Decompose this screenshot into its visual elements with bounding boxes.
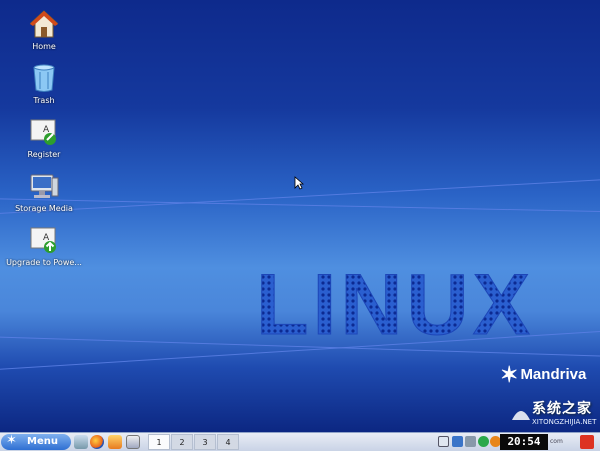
desktop-icon-label: Storage Media [15,204,73,213]
taskbar: ✶ Menu 1 2 3 4 20:54 com [0,432,600,451]
storage-media-icon [28,170,60,202]
menu-button-label: Menu [27,436,58,447]
home-icon [28,8,60,40]
desktop-icon-label: Home [32,42,56,51]
watermark-text: 系统之家 [532,401,592,417]
register-icon: A [28,116,60,148]
watermark-url: XITONGZHIJIA.NET [532,418,597,426]
upgrade-icon: A [28,224,60,256]
mandriva-logo: ✶ Mandriva [500,362,586,388]
mandriva-star-icon: ✶ [6,433,17,448]
vlc-icon[interactable] [108,435,122,449]
mail-icon[interactable] [126,435,140,449]
linux-wallpaper-text: LINUX [256,262,534,342]
watermark-logo-icon [512,411,530,420]
desktop-icon-label: Upgrade to Powe... [6,258,82,267]
desktop-icon-register[interactable]: A Register [1,116,87,159]
updates-icon[interactable] [478,436,489,447]
workspace-1[interactable]: 1 [148,434,170,450]
trash-icon [28,62,60,94]
desktop-icon-trash[interactable]: Trash [1,62,87,105]
tray-text: com [550,438,563,445]
network-icon[interactable] [452,436,463,447]
workspace-3[interactable]: 3 [194,434,216,450]
wallpaper-line [0,198,600,213]
show-desktop-icon[interactable] [438,436,449,447]
workspace-2[interactable]: 2 [171,434,193,450]
desktop-launcher-icon[interactable] [74,435,88,449]
firefox-icon[interactable] [90,435,104,449]
workspace-4[interactable]: 4 [217,434,239,450]
desktop-icon-upgrade[interactable]: A Upgrade to Powe... [1,224,87,267]
volume-icon[interactable] [465,436,476,447]
site-watermark: 系统之家 XITONGZHIJIA.NET [510,398,600,432]
menu-button[interactable]: ✶ Menu [1,433,71,450]
mouse-pointer-icon [294,176,304,190]
mandriva-star-icon: ✶ [500,362,519,387]
linux-wallpaper-logo: LINUX [256,262,534,342]
desktop-icon-home[interactable]: Home [1,8,87,51]
desktop-icon-label: Register [27,150,61,159]
mandriva-brand-text: Mandriva [520,365,587,383]
clock[interactable]: 20:54 [500,434,548,450]
desktop[interactable]: Home Trash A Register Storage Media A Up… [0,0,600,432]
desktop-icon-storage-media[interactable]: Storage Media [1,170,87,213]
logout-icon[interactable] [580,435,594,449]
desktop-icon-label: Trash [33,96,55,105]
